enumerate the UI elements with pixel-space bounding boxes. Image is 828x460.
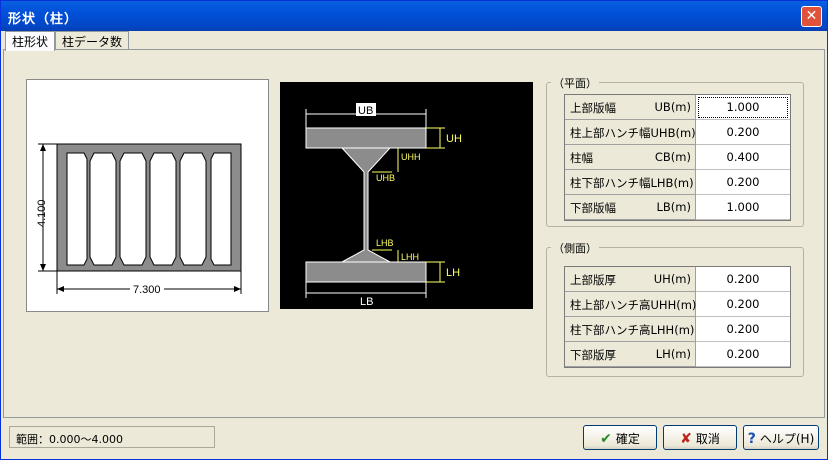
row-symbol: UH(m)	[653, 272, 691, 286]
plane-legend: （平面）	[551, 75, 599, 91]
row-label: 柱下部ハンチ高LHH(m)	[565, 317, 696, 342]
uhh-label: UHH	[401, 152, 421, 162]
side-group: （側面） 上部版厚 UH(m) 0.200 柱上部ハンチ高UHH(m) 0.200…	[546, 240, 804, 377]
row-label: 柱上部ハンチ幅UHB(m)	[565, 120, 696, 145]
row-symbol: UB(m)	[654, 100, 691, 114]
plan-opening	[210, 152, 232, 266]
plane-row-cb: 柱幅 CB(m) 0.400	[565, 145, 790, 170]
section-drawing: UB UH UHH UHB LHB LHH LH LB	[305, 103, 462, 308]
row-label-text: 下部版幅	[570, 201, 616, 215]
arrow-icon	[40, 144, 46, 151]
row-label: 柱下部ハンチ幅LHB(m)	[565, 170, 696, 195]
lower-slab	[305, 261, 427, 283]
plan-width-label: 7.300	[133, 284, 161, 296]
lb-value-cell[interactable]: 1.000	[696, 195, 790, 220]
tab-panel: 4.100 7.300 UB UH UHH UHB LHB LHH LH LB …	[3, 49, 825, 418]
row-label: 上部版幅 UB(m)	[565, 95, 696, 120]
plane-grid: 上部版幅 UB(m) 1.000 柱上部ハンチ幅UHB(m) 0.200 柱幅 CB…	[564, 94, 791, 221]
row-label: 下部版厚 LH(m)	[565, 342, 696, 367]
uhh-value-cell[interactable]: 0.200	[696, 292, 790, 317]
row-label: 上部版厚 UH(m)	[565, 267, 696, 292]
cb-value-cell[interactable]: 0.400	[696, 145, 790, 170]
row-label-text: 柱下部ハンチ高LHH(m)	[570, 323, 695, 337]
row-label-text: 柱下部ハンチ幅LHB(m)	[570, 176, 694, 190]
row-label-text: 柱上部ハンチ高UHH(m)	[570, 298, 697, 312]
uhb-label: UHB	[376, 173, 395, 183]
side-row-uhh: 柱上部ハンチ高UHH(m) 0.200	[565, 292, 790, 317]
x-icon: ✘	[680, 431, 692, 447]
lh-label: LH	[446, 267, 460, 279]
side-grid: 上部版厚 UH(m) 0.200 柱上部ハンチ高UHH(m) 0.200 柱下部ハ…	[564, 266, 791, 368]
tab-column-data-count[interactable]: 柱データ数	[55, 31, 130, 50]
plan-opening	[89, 152, 117, 266]
ok-button[interactable]: ✔ 確定	[583, 425, 657, 450]
row-label-text: 上部版厚	[570, 273, 616, 287]
row-label-text: 柱幅	[570, 151, 593, 165]
arrow-icon	[57, 286, 64, 292]
check-icon: ✔	[600, 431, 612, 447]
uhb-value-cell[interactable]: 0.200	[696, 120, 790, 145]
plan-opening	[179, 152, 207, 266]
upper-slab	[305, 127, 427, 149]
lhh-label: LHH	[401, 252, 419, 262]
side-row-lh: 下部版厚 LH(m) 0.200	[565, 342, 790, 367]
plan-opening	[119, 152, 147, 266]
plan-drawing: 4.100 7.300	[36, 143, 242, 296]
cancel-button[interactable]: ✘ 取消	[663, 425, 737, 450]
plan-view: 4.100 7.300	[26, 79, 269, 312]
plan-opening	[149, 152, 177, 266]
ub-label: UB	[358, 105, 373, 117]
side-legend: （側面）	[551, 240, 599, 256]
lb-label: LB	[360, 296, 373, 308]
arrow-icon	[234, 286, 241, 292]
row-label-text: 柱上部ハンチ幅UHB(m)	[570, 126, 696, 140]
question-icon: ?	[747, 431, 756, 447]
row-label: 柱上部ハンチ高UHH(m)	[565, 292, 696, 317]
uh-value-cell[interactable]: 0.200	[696, 267, 790, 292]
row-symbol: LH(m)	[655, 347, 691, 361]
side-row-lhh: 柱下部ハンチ高LHH(m) 0.200	[565, 317, 790, 342]
status-range: 範囲：0.000～4.000	[9, 426, 215, 448]
tab-column-shape[interactable]: 柱形状	[5, 31, 56, 51]
window-title: 形状（柱）	[8, 12, 79, 27]
help-label: ヘルプ(H)	[759, 432, 815, 446]
plan-opening	[66, 152, 88, 266]
section-view: UB UH UHH UHB LHB LHH LH LB	[280, 82, 533, 309]
title-bar: 形状（柱） ✕	[1, 1, 827, 31]
ub-value-cell[interactable]: 1.000	[696, 95, 790, 120]
row-label-text: 下部版厚	[570, 348, 616, 362]
lh-value-cell[interactable]: 0.200	[696, 342, 790, 367]
lhb-value-cell[interactable]: 0.200	[696, 170, 790, 195]
ok-label: 確定	[615, 432, 640, 446]
row-symbol: LB(m)	[656, 200, 691, 214]
lhb-label: LHB	[376, 238, 394, 248]
dialog-window: 形状（柱） ✕ 柱形状 柱データ数 4.100 7.300 UB UH UHH …	[0, 0, 828, 460]
plane-group: （平面） 上部版幅 UB(m) 1.000 柱上部ハンチ幅UHB(m) 0.200…	[546, 75, 804, 227]
cancel-label: 取消	[695, 432, 720, 446]
arrow-icon	[40, 264, 46, 271]
plane-row-lb: 下部版幅 LB(m) 1.000	[565, 195, 790, 220]
lhh-value-cell[interactable]: 0.200	[696, 317, 790, 342]
row-label: 下部版幅 LB(m)	[565, 195, 696, 220]
plan-height-label: 4.100	[36, 199, 48, 227]
uh-label: UH	[446, 133, 462, 145]
help-button[interactable]: ? ヘルプ(H)	[743, 425, 819, 450]
side-row-uh: 上部版厚 UH(m) 0.200	[565, 267, 790, 292]
plane-row-uhb: 柱上部ハンチ幅UHB(m) 0.200	[565, 120, 790, 145]
row-symbol: CB(m)	[654, 150, 691, 164]
close-button[interactable]: ✕	[801, 6, 822, 27]
row-label-text: 上部版幅	[570, 101, 616, 115]
plane-row-ub: 上部版幅 UB(m) 1.000	[565, 95, 790, 120]
plane-row-lhb: 柱下部ハンチ幅LHB(m) 0.200	[565, 170, 790, 195]
row-label: 柱幅 CB(m)	[565, 145, 696, 170]
